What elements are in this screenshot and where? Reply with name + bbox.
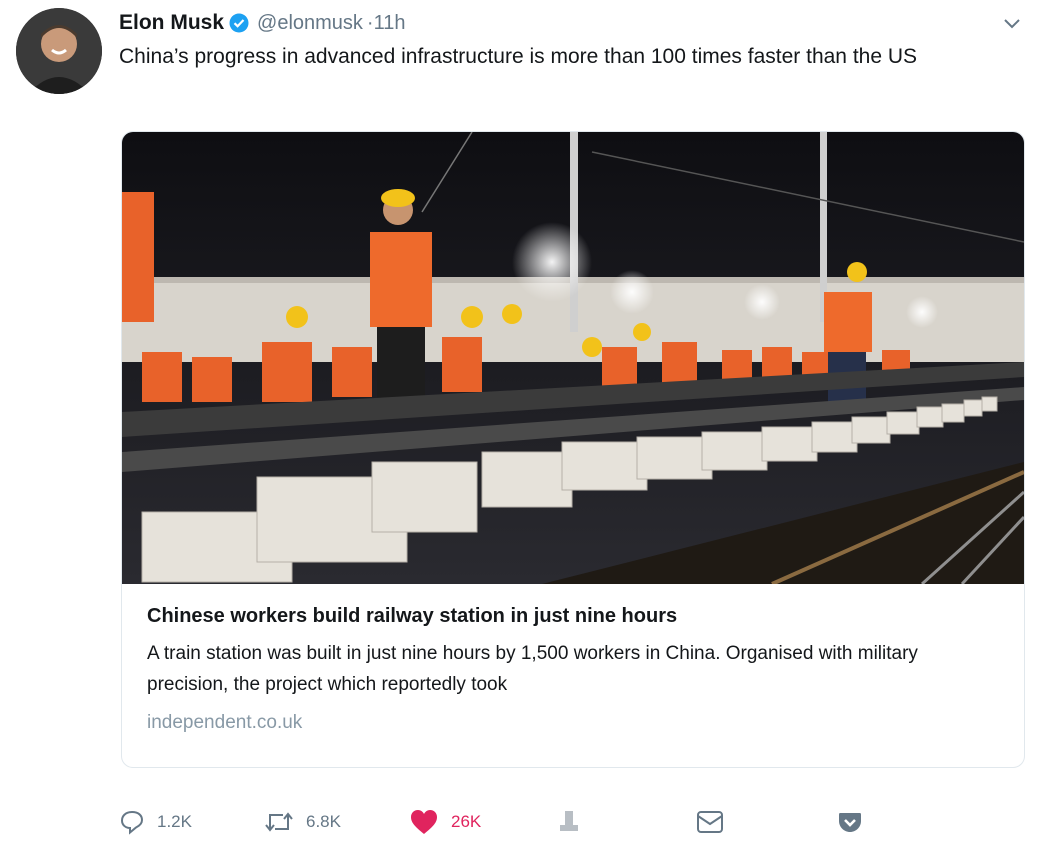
link-card[interactable]: Chinese workers build railway station in…	[121, 131, 1025, 768]
tweet-actions: 1.2K 6.8K 26K	[119, 800, 879, 844]
like-button[interactable]: 26K	[409, 800, 481, 844]
avatar[interactable]	[16, 8, 102, 94]
stats-button[interactable]	[557, 800, 581, 844]
card-title: Chinese workers build railway station in…	[147, 605, 678, 627]
reply-icon	[119, 809, 145, 835]
verified-badge-icon	[229, 13, 249, 33]
envelope-icon	[696, 810, 724, 834]
retweet-button[interactable]: 6.8K	[264, 800, 341, 844]
timestamp-separator: ·	[366, 11, 374, 34]
direct-message-button[interactable]	[696, 800, 724, 844]
author-handle[interactable]: @elonmusk	[257, 12, 363, 35]
pocket-icon	[837, 810, 863, 834]
card-image	[122, 132, 1024, 586]
chevron-down-icon[interactable]	[1001, 12, 1023, 34]
reply-count: 1.2K	[157, 812, 192, 831]
pocket-button[interactable]	[837, 800, 863, 844]
retweet-icon	[264, 809, 294, 835]
card-body: Chinese workers build railway station in…	[147, 602, 999, 734]
stats-icon	[557, 809, 581, 835]
tweet-text: China’s progress in advanced infrastruct…	[119, 45, 918, 68]
reply-button[interactable]: 1.2K	[119, 800, 192, 844]
author-name[interactable]: Elon Musk	[119, 11, 224, 35]
heart-icon	[409, 808, 439, 836]
card-description: A train station was built in just nine h…	[147, 643, 918, 695]
retweet-count: 6.8K	[306, 812, 341, 831]
timestamp[interactable]: 11h	[374, 12, 406, 35]
like-count: 26K	[451, 812, 482, 831]
card-domain: independent.co.uk	[147, 712, 303, 733]
tweet-header: Elon Musk @elonmusk · 11h	[119, 10, 1017, 36]
